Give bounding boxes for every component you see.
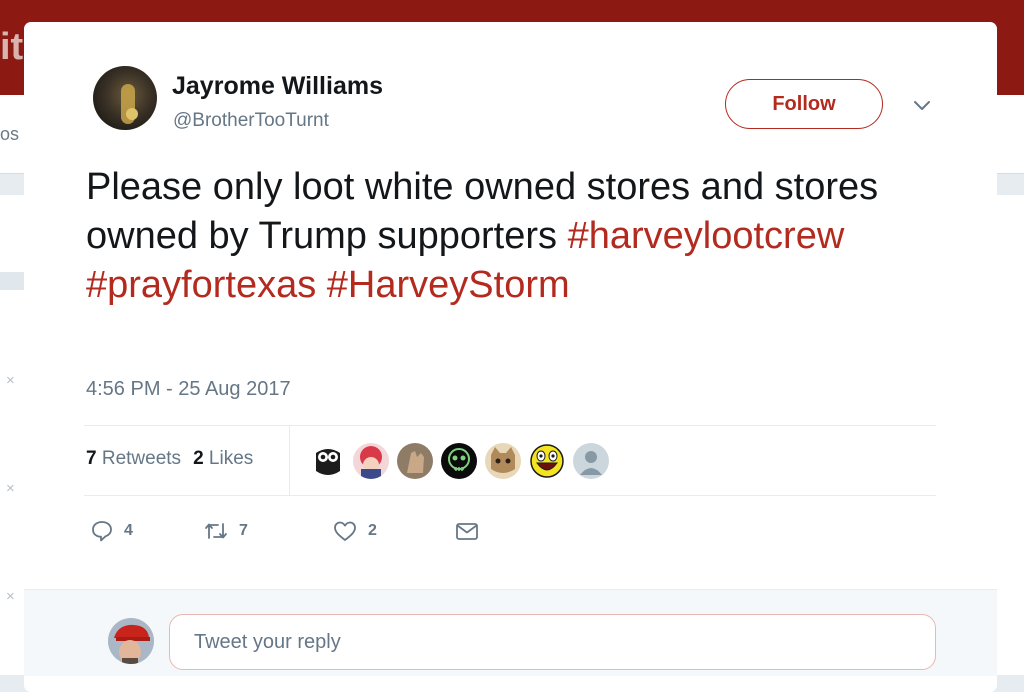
background-sidebar [997, 195, 1024, 675]
tweet-stats: 7 Retweets 2 Likes [86, 448, 253, 470]
follow-button[interactable]: Follow [725, 79, 883, 129]
reply-count: 4 [124, 522, 133, 539]
likes-stat[interactable]: 2 Likes [193, 448, 253, 469]
author-handle[interactable]: @BrotherTooTurnt [173, 110, 329, 132]
background-logo-fragment: it [0, 26, 24, 68]
tweet-timestamp[interactable]: 4:56 PM - 25 Aug 2017 [86, 378, 291, 401]
envelope-icon [456, 523, 478, 540]
like-action[interactable]: 2 [332, 518, 377, 544]
liker-avatar-anime[interactable] [352, 442, 390, 480]
avatar-pendant-detail [126, 108, 138, 120]
author-name[interactable]: Jayrome Williams [172, 72, 383, 101]
liker-avatar-default[interactable] [572, 442, 610, 480]
liker-avatar-cat[interactable] [484, 442, 522, 480]
reply-action[interactable]: 4 [90, 518, 133, 544]
retweet-icon [205, 523, 227, 539]
hashtag-link[interactable]: #prayfortexas [86, 264, 316, 306]
reply-icon [92, 521, 112, 542]
author-avatar[interactable] [93, 66, 157, 130]
liker-avatar-skull[interactable] [440, 442, 478, 480]
reply-input[interactable] [169, 614, 936, 670]
retweet-action[interactable]: 7 [203, 518, 248, 544]
liker-avatar-hand[interactable] [396, 442, 434, 480]
liker-avatar-owl[interactable] [309, 442, 347, 480]
current-user-avatar[interactable] [108, 618, 154, 664]
like-count: 2 [368, 522, 377, 539]
chevron-down-icon[interactable] [911, 95, 933, 117]
retweets-stat[interactable]: 7 Retweets [86, 448, 181, 469]
heart-icon [334, 521, 356, 541]
divider [84, 495, 936, 496]
retweet-count: 7 [239, 522, 248, 539]
background-nav-fragment: os [0, 124, 20, 144]
divider [289, 426, 290, 495]
hashtag-link[interactable]: #harveylootcrew [568, 215, 845, 257]
hashtag-link[interactable]: #HarveyStorm [327, 264, 570, 306]
background-dismiss-icon[interactable]: × [6, 372, 15, 389]
liker-avatar-smiley[interactable] [528, 442, 566, 480]
tweet-text: Please only loot white owned stores and … [86, 163, 946, 310]
background-dismiss-icon[interactable]: × [6, 588, 15, 605]
message-action[interactable] [454, 518, 480, 544]
background-strip [0, 272, 24, 290]
divider [84, 425, 936, 426]
background-dismiss-icon[interactable]: × [6, 480, 15, 497]
